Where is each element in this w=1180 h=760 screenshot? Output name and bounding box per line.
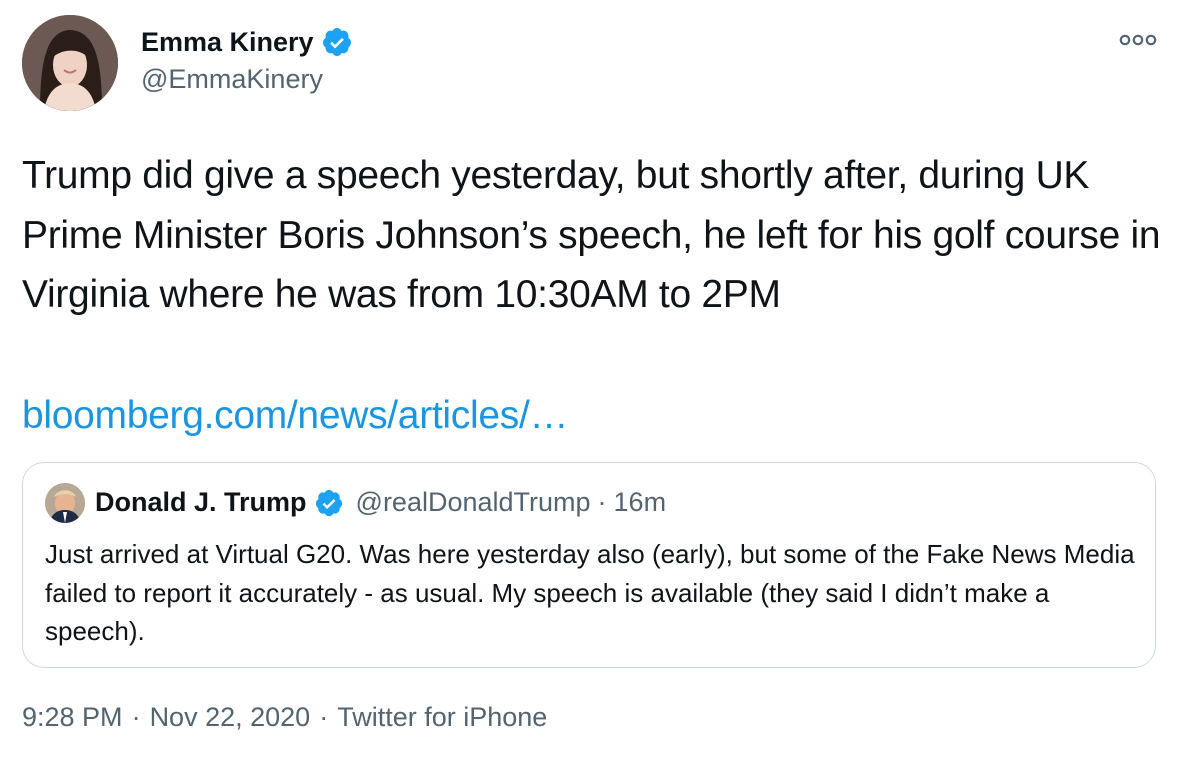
author-name-row: Emma Kinery <box>141 26 353 58</box>
quoted-author-name: Donald J. Trump <box>95 487 307 517</box>
more-options-icon[interactable] <box>1118 28 1158 52</box>
quoted-tweet-card[interactable]: Donald J. Trump @realDonaldTrump · 16m J… <box>22 462 1156 668</box>
meta-separator: · <box>319 702 329 732</box>
quoted-verified-badge-icon <box>315 489 342 516</box>
tweet-text: Trump did give a speech yesterday, but s… <box>22 154 1161 316</box>
author-name[interactable]: Emma Kinery <box>141 27 314 58</box>
author-handle[interactable]: @EmmaKinery <box>141 64 323 95</box>
tweet-source[interactable]: Twitter for iPhone <box>337 702 547 732</box>
meta-separator: · <box>131 702 141 732</box>
article-link[interactable]: bloomberg.com/news/articles/… <box>22 386 568 446</box>
quoted-author-avatar <box>45 483 85 523</box>
quoted-tweet-text: Just arrived at Virtual G20. Was here ye… <box>45 539 1135 646</box>
author-avatar-image <box>22 15 118 111</box>
verified-badge-icon <box>322 28 351 56</box>
quoted-tweet-header: Donald J. Trump @realDonaldTrump · 16m <box>95 487 666 518</box>
quoted-tweet-time: 16m <box>613 487 667 517</box>
tweet-date[interactable]: Nov 22, 2020 <box>150 702 311 732</box>
quoted-separator: · <box>597 487 607 517</box>
quoted-author-avatar-image <box>45 483 85 523</box>
author-avatar[interactable] <box>22 15 118 111</box>
tweet-meta: 9:28 PM · Nov 22, 2020 · Twitter for iPhone <box>22 702 547 733</box>
quoted-author-handle: @realDonaldTrump <box>355 487 591 517</box>
tweet-time[interactable]: 9:28 PM <box>22 702 123 732</box>
